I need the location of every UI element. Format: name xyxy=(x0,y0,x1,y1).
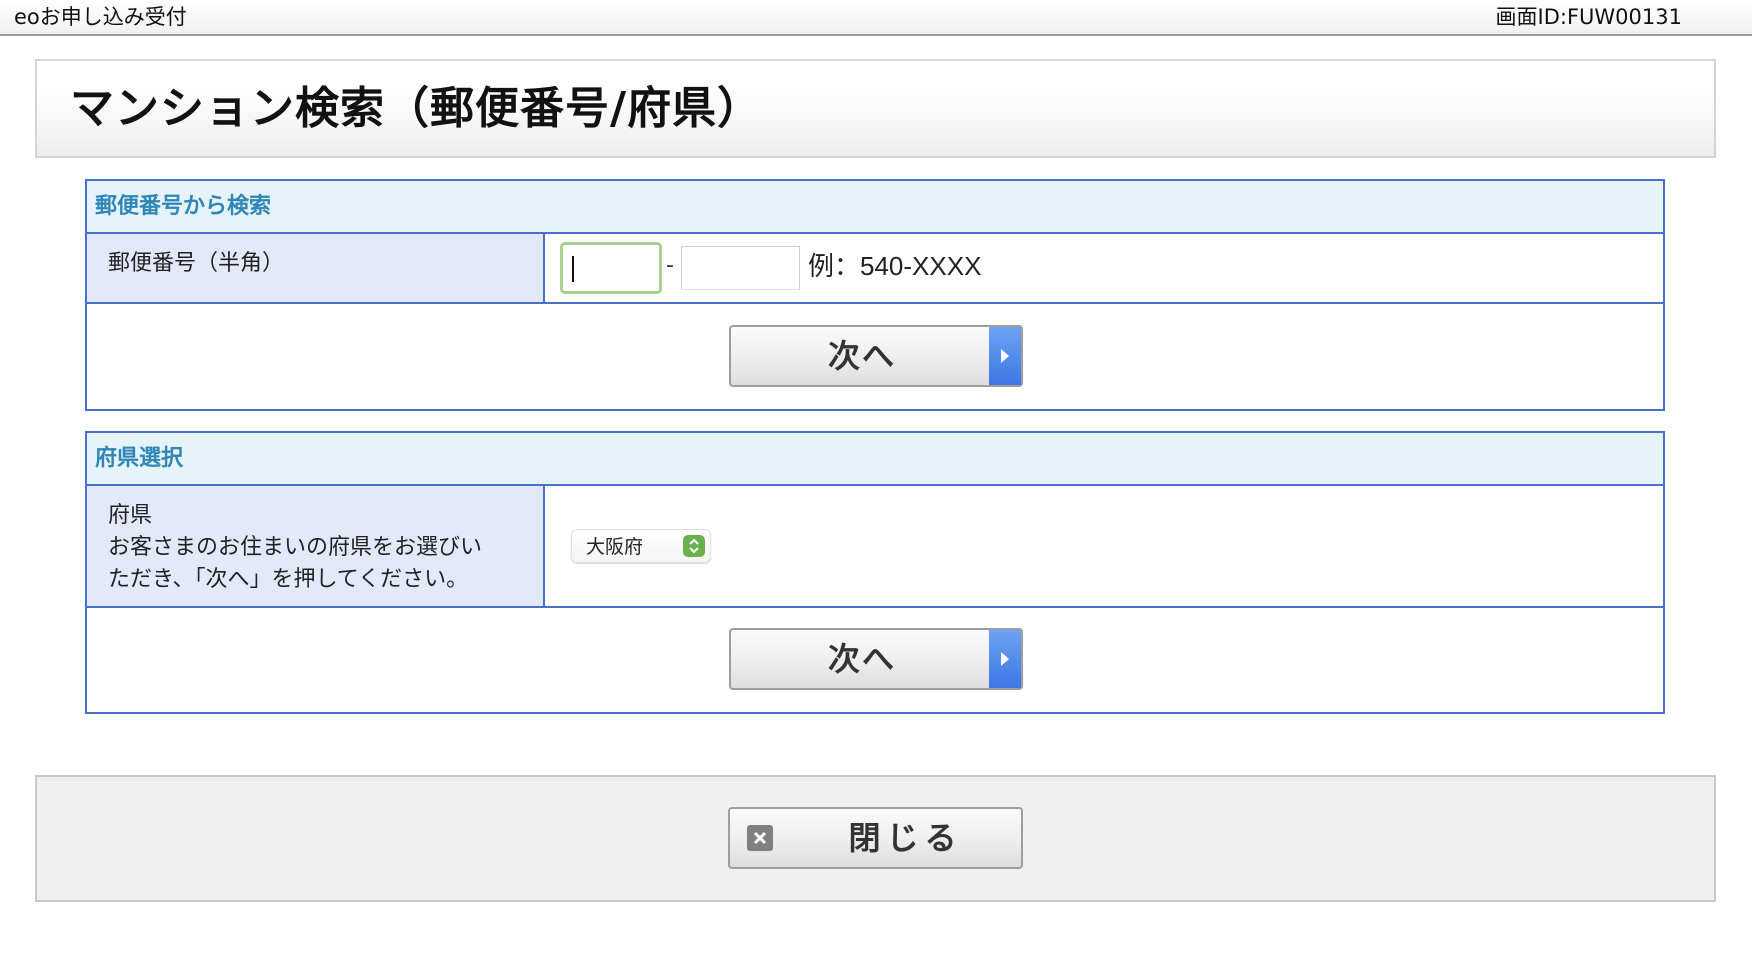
pref-label-title: 府県 xyxy=(108,503,153,528)
pref-label-line1: お客さまのお住まいの府県をお選びい xyxy=(108,535,483,560)
pref-label-line2: ただき、「次へ」を押してください。 xyxy=(108,567,469,592)
zip-next-button[interactable]: 次へ xyxy=(729,325,1023,387)
prefecture-section: 府県選択 府県 お客さまのお住まいの府県をお選びい ただき、「次へ」を押してくだ… xyxy=(85,431,1665,714)
zip-label: 郵便番号（半角） xyxy=(87,234,545,302)
close-x-icon xyxy=(747,825,773,851)
pref-button-row: 次へ xyxy=(87,608,1663,710)
zip-section-heading: 郵便番号から検索 xyxy=(87,181,1663,234)
pref-value-cell: 大阪府 xyxy=(545,486,1663,606)
triangle-right-icon xyxy=(989,630,1021,688)
footer-box: 閉じる xyxy=(35,775,1716,902)
zip-row: 郵便番号（半角） - 例：540-XXXX xyxy=(87,234,1663,304)
close-button[interactable]: 閉じる xyxy=(728,807,1023,869)
updown-chevron-icon xyxy=(683,535,705,557)
zip-value-cell: - 例：540-XXXX xyxy=(545,234,1663,302)
zip-separator: - xyxy=(666,253,674,278)
top-bar: eoお申し込み受付 画面ID:FUW00131 xyxy=(0,0,1752,36)
pref-row: 府県 お客さまのお住まいの府県をお選びい ただき、「次へ」を押してください。 大… xyxy=(87,486,1663,608)
triangle-right-icon xyxy=(989,327,1021,385)
zip-search-section: 郵便番号から検索 郵便番号（半角） - 例：540-XXXX 次へ xyxy=(85,179,1665,411)
prefecture-select[interactable]: 大阪府 xyxy=(571,529,711,563)
pref-next-button[interactable]: 次へ xyxy=(729,628,1023,690)
page-title: マンション検索（郵便番号/府県） xyxy=(70,83,763,134)
pref-section-heading: 府県選択 xyxy=(87,433,1663,486)
screen-id: 画面ID:FUW00131 xyxy=(1495,5,1682,29)
prefecture-selected-value: 大阪府 xyxy=(586,536,644,558)
zip-first-input[interactable] xyxy=(560,242,662,294)
zip-button-row: 次へ xyxy=(87,304,1663,407)
zip-next-label: 次へ xyxy=(827,337,896,375)
close-label: 閉じる xyxy=(848,819,963,857)
pref-next-label: 次へ xyxy=(827,640,896,678)
pref-label: 府県 お客さまのお住まいの府県をお選びい ただき、「次へ」を押してください。 xyxy=(87,486,545,606)
app-name: eoお申し込み受付 xyxy=(14,5,187,29)
zip-second-input[interactable] xyxy=(681,246,800,290)
zip-example: 例：540-XXXX xyxy=(808,251,982,281)
title-box: マンション検索（郵便番号/府県） xyxy=(35,59,1716,158)
text-caret xyxy=(572,256,574,282)
